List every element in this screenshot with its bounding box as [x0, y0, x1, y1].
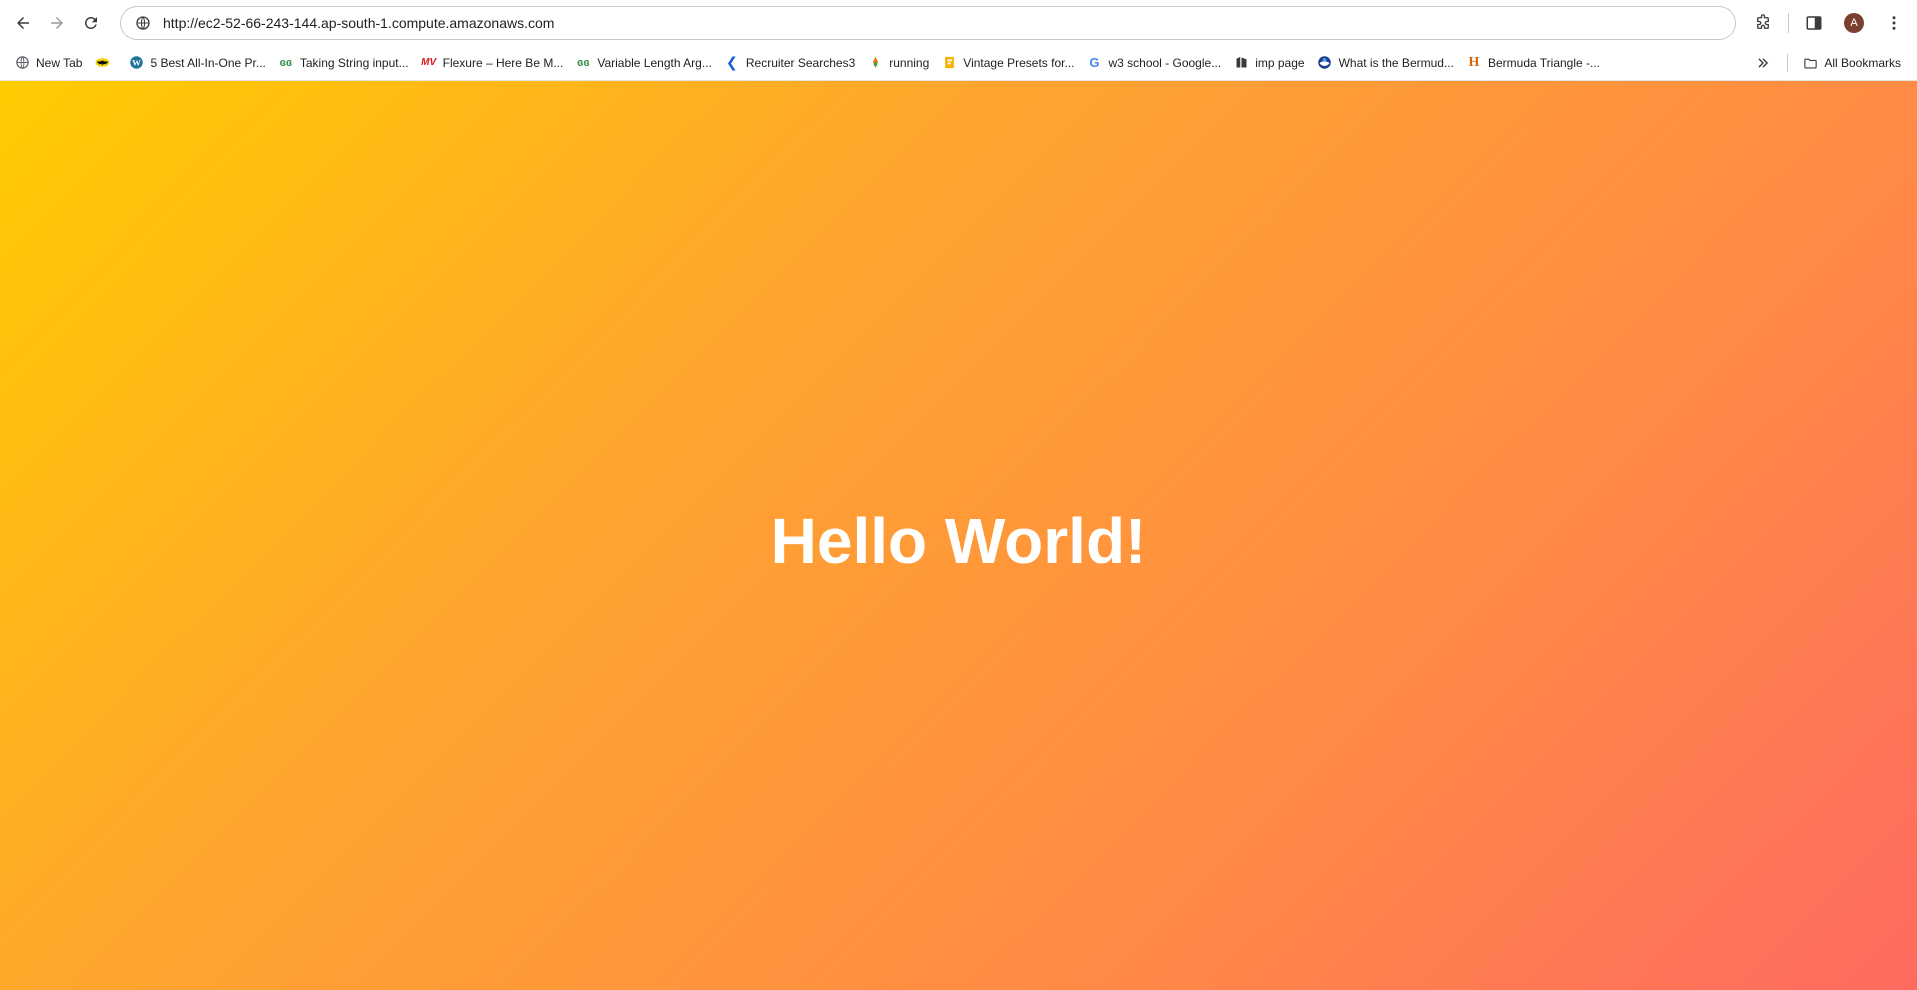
bookmark-label: Bermuda Triangle -... — [1487, 55, 1601, 70]
bookmark-label: Recruiter Searches3 — [745, 55, 856, 70]
site-info-icon[interactable] — [133, 13, 153, 33]
address-bar[interactable]: http://ec2-52-66-243-144.ap-south-1.comp… — [120, 5, 1736, 40]
page-content: Hello World! — [0, 81, 1917, 990]
bookmark-running[interactable]: running — [863, 49, 937, 77]
noaa-icon — [1317, 55, 1333, 71]
bookmark-variable-length-arg[interactable]: ɞɞ Variable Length Arg... — [571, 49, 720, 77]
bookmark-batman[interactable] — [90, 49, 124, 77]
bookmark-label: 5 Best All-In-One Pr... — [150, 55, 266, 70]
bookmark-label: imp page — [1255, 55, 1305, 70]
all-bookmarks-label: All Bookmarks — [1824, 56, 1901, 70]
toolbar-right-group: A — [1746, 6, 1911, 40]
running-icon — [867, 55, 883, 71]
bookmarks-divider — [1787, 54, 1789, 72]
bookmark-recruiter-searches[interactable]: ❮ Recruiter Searches3 — [720, 49, 863, 77]
all-bookmarks-button[interactable]: All Bookmarks — [1798, 49, 1909, 77]
bookmark-label: Flexure – Here Be M... — [442, 55, 564, 70]
recruiter-icon: ❮ — [725, 54, 738, 70]
bookmarks-overflow-button[interactable] — [1749, 49, 1777, 77]
bookmark-label: running — [889, 55, 930, 70]
bookmark-taking-string-input[interactable]: ɞɞ Taking String input... — [274, 49, 417, 77]
back-button[interactable] — [6, 6, 40, 40]
reload-button[interactable] — [74, 6, 108, 40]
forward-arrow-icon — [51, 16, 63, 29]
more-vert-icon — [1892, 15, 1896, 30]
page-icon — [1233, 55, 1249, 71]
presets-icon — [941, 55, 957, 71]
bookmarks-right-group: All Bookmarks — [1749, 45, 1909, 81]
browser-window: http://ec2-52-66-243-144.ap-south-1.comp… — [0, 0, 1917, 990]
profile-button[interactable]: A — [1837, 6, 1871, 40]
menu-button[interactable] — [1877, 6, 1911, 40]
bookmark-bermuda-question[interactable]: What is the Bermud... — [1313, 49, 1462, 77]
mv-icon: MV — [421, 57, 437, 68]
geeksforgeeks-icon: ɞɞ — [279, 56, 293, 69]
bookmark-label: Vintage Presets for... — [963, 55, 1075, 70]
bookmark-bermuda-triangle[interactable]: H Bermuda Triangle -... — [1462, 49, 1608, 77]
avatar: A — [1844, 12, 1864, 33]
history-icon: H — [1468, 54, 1480, 70]
browser-toolbar: http://ec2-52-66-243-144.ap-south-1.comp… — [0, 0, 1917, 45]
bookmark-vintage-presets[interactable]: Vintage Presets for... — [937, 49, 1082, 77]
svg-text:W: W — [132, 58, 141, 68]
bookmark-label: w3 school - Google... — [1108, 55, 1222, 70]
back-arrow-icon — [17, 16, 29, 29]
page-headline: Hello World! — [770, 504, 1147, 577]
globe-icon — [14, 55, 30, 71]
side-panel-icon — [1806, 15, 1822, 30]
toolbar-divider — [1788, 12, 1789, 33]
chevron-double-right-icon — [1758, 58, 1769, 68]
folder-icon — [1802, 55, 1818, 71]
geeksforgeeks-icon: ɞɞ — [577, 56, 590, 69]
bookmark-wordpress[interactable]: W 5 Best All-In-One Pr... — [124, 49, 273, 77]
extensions-button[interactable] — [1746, 6, 1780, 40]
bookmark-w3-school[interactable]: G w3 school - Google... — [1082, 49, 1229, 77]
reload-icon — [84, 16, 97, 29]
bookmark-label: Variable Length Arg... — [597, 55, 712, 70]
bookmark-imp-page[interactable]: imp page — [1229, 49, 1312, 77]
bookmark-label: What is the Bermud... — [1338, 55, 1454, 70]
bookmark-label: Taking String input... — [299, 55, 409, 70]
url-text[interactable]: http://ec2-52-66-243-144.ap-south-1.comp… — [163, 15, 554, 31]
bookmark-flexure[interactable]: MV Flexure – Here Be M... — [417, 49, 572, 77]
bookmark-new-tab[interactable]: New Tab — [10, 49, 90, 77]
extensions-icon — [1757, 13, 1769, 29]
side-panel-button[interactable] — [1797, 6, 1831, 40]
bookmark-label: New Tab — [36, 55, 83, 70]
forward-button[interactable] — [40, 6, 74, 40]
wordpress-icon: W — [128, 55, 144, 71]
google-icon: G — [1089, 55, 1100, 70]
batman-icon — [94, 55, 110, 71]
bookmarks-bar: New Tab W 5 Best All-In-One Pr... ɞɞ Tak… — [0, 45, 1917, 81]
